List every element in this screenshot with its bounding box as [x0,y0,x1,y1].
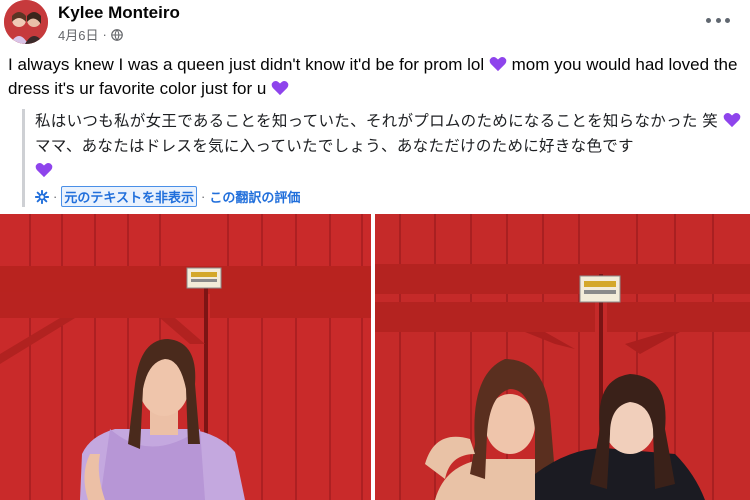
link-separator: · [200,189,206,204]
more-options-icon[interactable] [706,10,730,30]
hide-original-text-link[interactable]: 元のテキストを非表示 [61,186,197,207]
meta-separator: · [102,27,107,42]
gear-icon [35,189,49,204]
photo-grid [0,214,750,500]
link-separator: · [53,189,58,204]
post-text: I always knew I was a queen just didn't … [8,53,738,101]
post-photo[interactable] [0,214,371,500]
post-text-part1: I always knew I was a queen just didn't … [8,55,485,74]
translated-text-part1: 私はいつも私が女王であることを知っていた、それがプロムのためになることを知らなか… [35,113,719,130]
translation-links: · 元のテキストを非表示 · この翻訳の評価 [35,186,742,207]
author-name[interactable]: Kylee Monteiro [58,3,180,23]
translation-block: 私はいつも私が女王であることを知っていた、それがプロムのためになることを知らなか… [22,109,742,207]
post-header: Kylee Monteiro 4月6日 · [0,0,750,48]
translated-text-part2: ママ、あなたはドレスを気に入っていたでしょう、あなただけのために好きな色です [35,138,634,155]
avatar[interactable] [4,0,48,44]
purple-heart-icon [35,162,53,178]
post-photo[interactable] [375,214,750,500]
post-meta: 4月6日 · [58,25,123,44]
globe-icon [110,28,123,41]
purple-heart-icon [723,112,741,128]
post-date[interactable]: 4月6日 [58,25,98,44]
rate-translation-link[interactable]: この翻訳の評価 [209,187,300,206]
translated-text: 私はいつも私が女王であることを知っていた、それがプロムのためになることを知らなか… [35,109,742,184]
purple-heart-icon [489,56,507,72]
purple-heart-icon [271,80,289,96]
